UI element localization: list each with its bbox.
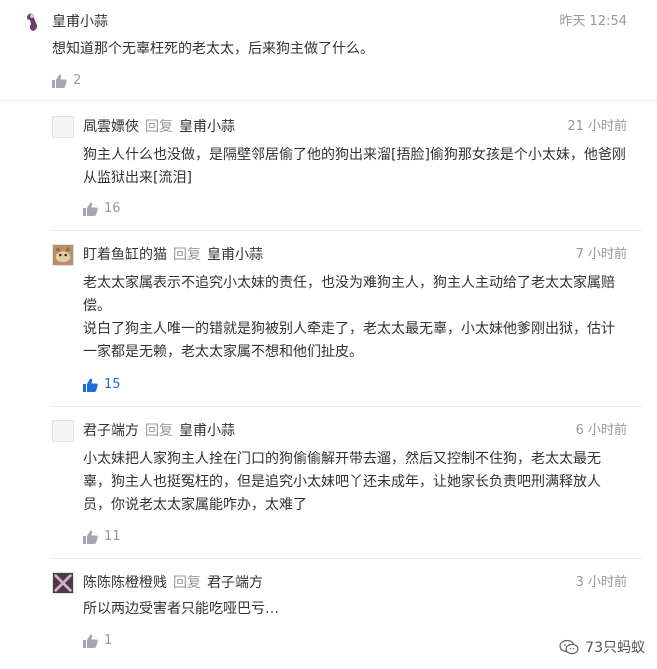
watermark: 73只蚂蚁	[559, 637, 645, 657]
reply-1: 凮雲嫖俠 回复 皇甫小蒜 21 小时前 狗主人什么也没做，是隔壁邻居偷了他的狗出来溜…	[0, 100, 657, 230]
reply-text: 老太太家属表示不追究小太妹的责任，也没为难狗主人，狗主人主动给了老太太家属赔偿。…	[83, 272, 628, 364]
main-username[interactable]: 皇甫小蒜	[52, 13, 108, 31]
main-timestamp: 昨天 12:54	[559, 14, 627, 29]
comment-paragraph: 狗主人什么也没做，是隔壁邻居偷了他的狗出来溜[捂脸]偷狗那女孩是个小太妹，他爸刚…	[83, 147, 626, 186]
username-link[interactable]: 陈陈陈橙橙贱	[83, 575, 167, 591]
like-count: 11	[104, 529, 121, 544]
reply-text: 狗主人什么也没做，是隔壁邻居偷了他的狗出来溜[捂脸]偷狗那女孩是个小太妹，他爸刚…	[83, 144, 628, 190]
reply-header: 君子端方 回复 皇甫小蒜	[83, 422, 235, 440]
reply-header: 凮雲嫖俠 回复 皇甫小蒜	[83, 118, 235, 136]
thumbs-up-icon	[83, 202, 98, 216]
like-count: 15	[104, 377, 121, 392]
reply-text: 所以两边受害者只能吃哑巴亏…	[83, 598, 628, 621]
comment-paragraph: 老太太家属表示不追究小太妹的责任，也没为难狗主人，狗主人主动给了老太太家属赔偿。	[83, 275, 615, 314]
reply-timestamp: 21 小时前	[567, 119, 627, 134]
like-button[interactable]: 11	[83, 528, 121, 546]
avatar-figure-icon	[26, 13, 37, 31]
reply-target-link[interactable]: 皇甫小蒜	[179, 119, 235, 135]
reply-label: 回复	[173, 247, 201, 263]
reply-target-link[interactable]: 皇甫小蒜	[179, 423, 235, 439]
thumbs-up-icon	[83, 530, 98, 544]
username-link[interactable]: 凮雲嫖俠	[83, 119, 139, 135]
main-comment: 皇甫小蒜 昨天 12:54 想知道那个无辜枉死的老太太，后来狗主做了什么。 2	[0, 0, 657, 100]
thumbs-up-icon	[83, 378, 98, 392]
reply-timestamp: 7 小时前	[575, 247, 627, 262]
avatar[interactable]	[52, 420, 74, 442]
avatar[interactable]	[52, 116, 74, 138]
reply-timestamp: 6 小时前	[575, 423, 627, 438]
reply-3: 君子端方 回复 皇甫小蒜 6 小时前 小太妹把人家狗主人拴在门口的狗偷偷解开带去遛，…	[0, 406, 657, 558]
reply-label: 回复	[173, 575, 201, 591]
avatar[interactable]	[52, 244, 74, 266]
reply-timestamp: 3 小时前	[575, 575, 627, 590]
like-count: 2	[73, 73, 82, 88]
comment-paragraph: 所以两边受害者只能吃哑巴亏…	[83, 601, 279, 617]
reply-header: 盯着鱼缸的猫 回复 皇甫小蒜	[83, 246, 263, 264]
reply-target-link[interactable]: 皇甫小蒜	[207, 247, 263, 263]
reply-label: 回复	[145, 119, 173, 135]
like-button[interactable]: 16	[83, 200, 121, 218]
avatar[interactable]	[52, 572, 74, 594]
comment-paragraph: 想知道那个无辜枉死的老太太，后来狗主做了什么。	[52, 41, 374, 57]
reply-2: 盯着鱼缸的猫 回复 皇甫小蒜 7 小时前 老太太家属表示不追究小太妹的责任，也没为难…	[0, 230, 657, 406]
wechat-icon	[559, 639, 579, 655]
thumbs-up-icon	[52, 74, 67, 88]
comment-paragraph: 小太妹把人家狗主人拴在门口的狗偷偷解开带去遛，然后又控制不住狗，老太太最无辜，狗…	[83, 451, 601, 513]
like-count: 16	[104, 201, 121, 216]
main-like-button[interactable]: 2	[52, 72, 81, 90]
username-link[interactable]: 皇甫小蒜	[52, 14, 108, 30]
avatar[interactable]	[22, 11, 44, 33]
comment-paragraph: 说白了狗主人唯一的错就是狗被别人牵走了，老太太最无辜，小太妹他爹刚出狱，估计一家…	[83, 321, 615, 360]
like-button[interactable]: 15	[83, 376, 121, 394]
cat-icon	[53, 245, 73, 265]
thumbs-up-icon	[83, 634, 98, 648]
reply-header: 陈陈陈橙橙贱 回复 君子端方	[83, 574, 263, 592]
like-count: 1	[104, 633, 113, 648]
watermark-text: 73只蚂蚁	[585, 640, 645, 656]
reply-target-link[interactable]: 君子端方	[207, 575, 263, 591]
reply-text: 小太妹把人家狗主人拴在门口的狗偷偷解开带去遛，然后又控制不住狗，老太太最无辜，狗…	[83, 448, 628, 517]
main-comment-text: 想知道那个无辜枉死的老太太，后来狗主做了什么。	[52, 38, 612, 61]
username-link[interactable]: 君子端方	[83, 423, 139, 439]
reply-label: 回复	[145, 423, 173, 439]
username-link[interactable]: 盯着鱼缸的猫	[83, 247, 167, 263]
like-button[interactable]: 1	[83, 632, 112, 650]
cross-icon	[53, 573, 73, 593]
